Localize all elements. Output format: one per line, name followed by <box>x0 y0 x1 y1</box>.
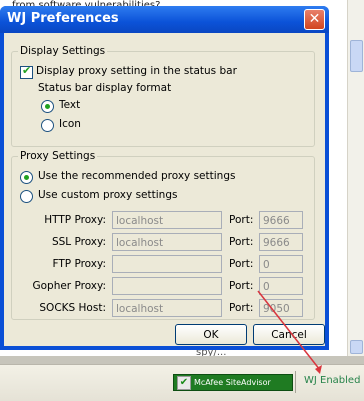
annotation-arrow-line <box>257 290 321 371</box>
annotation-arrow <box>257 290 322 374</box>
annotation-arrow-head <box>315 365 322 374</box>
